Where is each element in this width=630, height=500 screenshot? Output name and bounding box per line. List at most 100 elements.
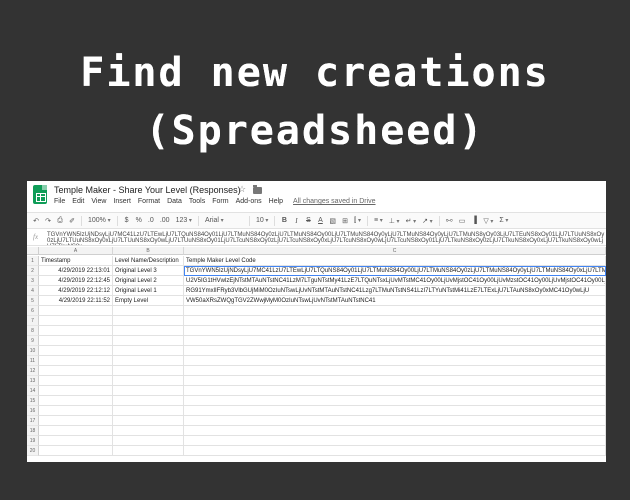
row-number[interactable]: 19: [27, 436, 39, 446]
strikethrough-button[interactable]: S: [305, 217, 311, 224]
cell-timestamp[interactable]: 4/29/2019 22:12:12: [39, 286, 113, 296]
cell-level-code[interactable]: [184, 336, 606, 346]
row-number[interactable]: 20: [27, 446, 39, 456]
cell-level-name[interactable]: Original Level 1: [113, 286, 184, 296]
cell-level-name[interactable]: [113, 376, 184, 386]
cell-level-code[interactable]: [184, 416, 606, 426]
cell-timestamp[interactable]: [39, 426, 113, 436]
row-number[interactable]: 2: [27, 266, 39, 276]
star-icon[interactable]: ☆: [238, 184, 246, 195]
cell-level-name[interactable]: Level Name/Description: [113, 256, 184, 266]
select-all-corner[interactable]: [27, 247, 39, 255]
cell-level-name[interactable]: [113, 446, 184, 456]
print-icon[interactable]: ⎙: [57, 217, 63, 225]
cell-level-code[interactable]: VW50aXRsZWQgTGV2ZWwjMyM0OzIuNTswLjUvNTst…: [184, 296, 606, 306]
row-number[interactable]: 10: [27, 346, 39, 356]
row-number[interactable]: 13: [27, 376, 39, 386]
menu-form[interactable]: Form: [212, 198, 228, 210]
cell-timestamp[interactable]: Timestamp: [39, 256, 113, 266]
cell-level-code[interactable]: [184, 346, 606, 356]
paint-format-icon[interactable]: ✐: [69, 217, 75, 225]
cell-level-name[interactable]: [113, 426, 184, 436]
row-number[interactable]: 16: [27, 406, 39, 416]
cell-level-name[interactable]: Original Level 2: [113, 276, 184, 286]
cell-level-code[interactable]: [184, 366, 606, 376]
vertical-align-icon[interactable]: ⊥: [389, 217, 400, 225]
column-header-a[interactable]: A: [39, 247, 113, 255]
text-color-button[interactable]: A: [317, 217, 323, 224]
google-sheets-logo[interactable]: [33, 185, 47, 204]
column-header-b[interactable]: B: [113, 247, 184, 255]
row-number[interactable]: 11: [27, 356, 39, 366]
cell-level-name[interactable]: [113, 356, 184, 366]
cell-timestamp[interactable]: [39, 376, 113, 386]
row-number[interactable]: 15: [27, 396, 39, 406]
functions-icon[interactable]: Σ: [499, 217, 508, 224]
font-size-select[interactable]: 10: [256, 217, 268, 224]
cell-level-name[interactable]: [113, 366, 184, 376]
cell-timestamp[interactable]: 4/29/2019 22:11:52: [39, 296, 113, 306]
more-formats-select[interactable]: 123: [176, 217, 192, 224]
cell-level-code[interactable]: [184, 376, 606, 386]
cell-timestamp[interactable]: [39, 326, 113, 336]
column-header-c[interactable]: C: [184, 247, 606, 255]
row-number[interactable]: 18: [27, 426, 39, 436]
row-number[interactable]: 17: [27, 416, 39, 426]
menu-insert[interactable]: Insert: [113, 198, 131, 210]
row-number[interactable]: 7: [27, 316, 39, 326]
cell-timestamp[interactable]: [39, 346, 113, 356]
menu-view[interactable]: View: [91, 198, 106, 210]
text-rotate-icon[interactable]: ↗: [422, 217, 433, 225]
menu-addons[interactable]: Add-ons: [236, 198, 262, 210]
row-number[interactable]: 8: [27, 326, 39, 336]
italic-button[interactable]: I: [293, 217, 299, 225]
cell-level-code[interactable]: [184, 426, 606, 436]
cell-timestamp[interactable]: 4/29/2019 22:12:45: [39, 276, 113, 286]
undo-icon[interactable]: ↶: [33, 217, 39, 225]
cell-level-code[interactable]: RG91YmxlIFRyb3VlbGUjMiM0OzIuNTswLjUvNTst…: [184, 286, 606, 296]
cell-level-name[interactable]: [113, 316, 184, 326]
horizontal-align-icon[interactable]: ≡: [374, 217, 383, 224]
zoom-select[interactable]: 100%: [88, 217, 111, 224]
insert-chart-icon[interactable]: ▐: [471, 217, 477, 224]
cell-level-name[interactable]: [113, 396, 184, 406]
cell-level-code[interactable]: [184, 316, 606, 326]
cell-level-code[interactable]: [184, 406, 606, 416]
cell-level-name[interactable]: [113, 386, 184, 396]
menu-tools[interactable]: Tools: [189, 198, 205, 210]
cell-level-code[interactable]: [184, 386, 606, 396]
row-number[interactable]: 1: [27, 256, 39, 266]
row-number[interactable]: 12: [27, 366, 39, 376]
cell-timestamp[interactable]: [39, 306, 113, 316]
cell-timestamp[interactable]: [39, 396, 113, 406]
cell-timestamp[interactable]: [39, 386, 113, 396]
cell-level-code[interactable]: [184, 306, 606, 316]
cell-level-name[interactable]: [113, 326, 184, 336]
cell-level-name[interactable]: [113, 306, 184, 316]
increase-decimal-button[interactable]: .00: [160, 217, 170, 224]
cell-level-code[interactable]: TGVnYWN5IzUjNDsyLjU7MC41LzU7LTEwLjU7LTQu…: [184, 266, 606, 276]
row-number[interactable]: 4: [27, 286, 39, 296]
row-number[interactable]: 6: [27, 306, 39, 316]
cell-timestamp[interactable]: [39, 366, 113, 376]
decrease-decimal-button[interactable]: .0: [148, 217, 154, 224]
menu-edit[interactable]: Edit: [72, 198, 84, 210]
currency-format-button[interactable]: $: [124, 217, 130, 224]
formula-input[interactable]: TGVnYWN5IzUjNDsyLjU7MC41LzU7LTEwLjU7LTQu…: [47, 232, 606, 245]
row-number[interactable]: 14: [27, 386, 39, 396]
cell-level-name[interactable]: [113, 436, 184, 446]
font-select[interactable]: Arial: [205, 217, 243, 224]
menu-format[interactable]: Format: [138, 198, 160, 210]
folder-icon[interactable]: [253, 185, 262, 194]
cell-timestamp[interactable]: 4/29/2019 22:13:01: [39, 266, 113, 276]
cell-level-name[interactable]: Empty Level: [113, 296, 184, 306]
cell-level-code[interactable]: Temple Maker Level Code: [184, 256, 606, 266]
bold-button[interactable]: B: [281, 217, 287, 224]
cell-timestamp[interactable]: [39, 316, 113, 326]
cell-level-name[interactable]: [113, 346, 184, 356]
row-number[interactable]: 3: [27, 276, 39, 286]
cell-level-code[interactable]: [184, 396, 606, 406]
cell-level-name[interactable]: [113, 406, 184, 416]
merge-cells-icon[interactable]: ⫿: [354, 217, 361, 225]
cell-level-name[interactable]: [113, 336, 184, 346]
